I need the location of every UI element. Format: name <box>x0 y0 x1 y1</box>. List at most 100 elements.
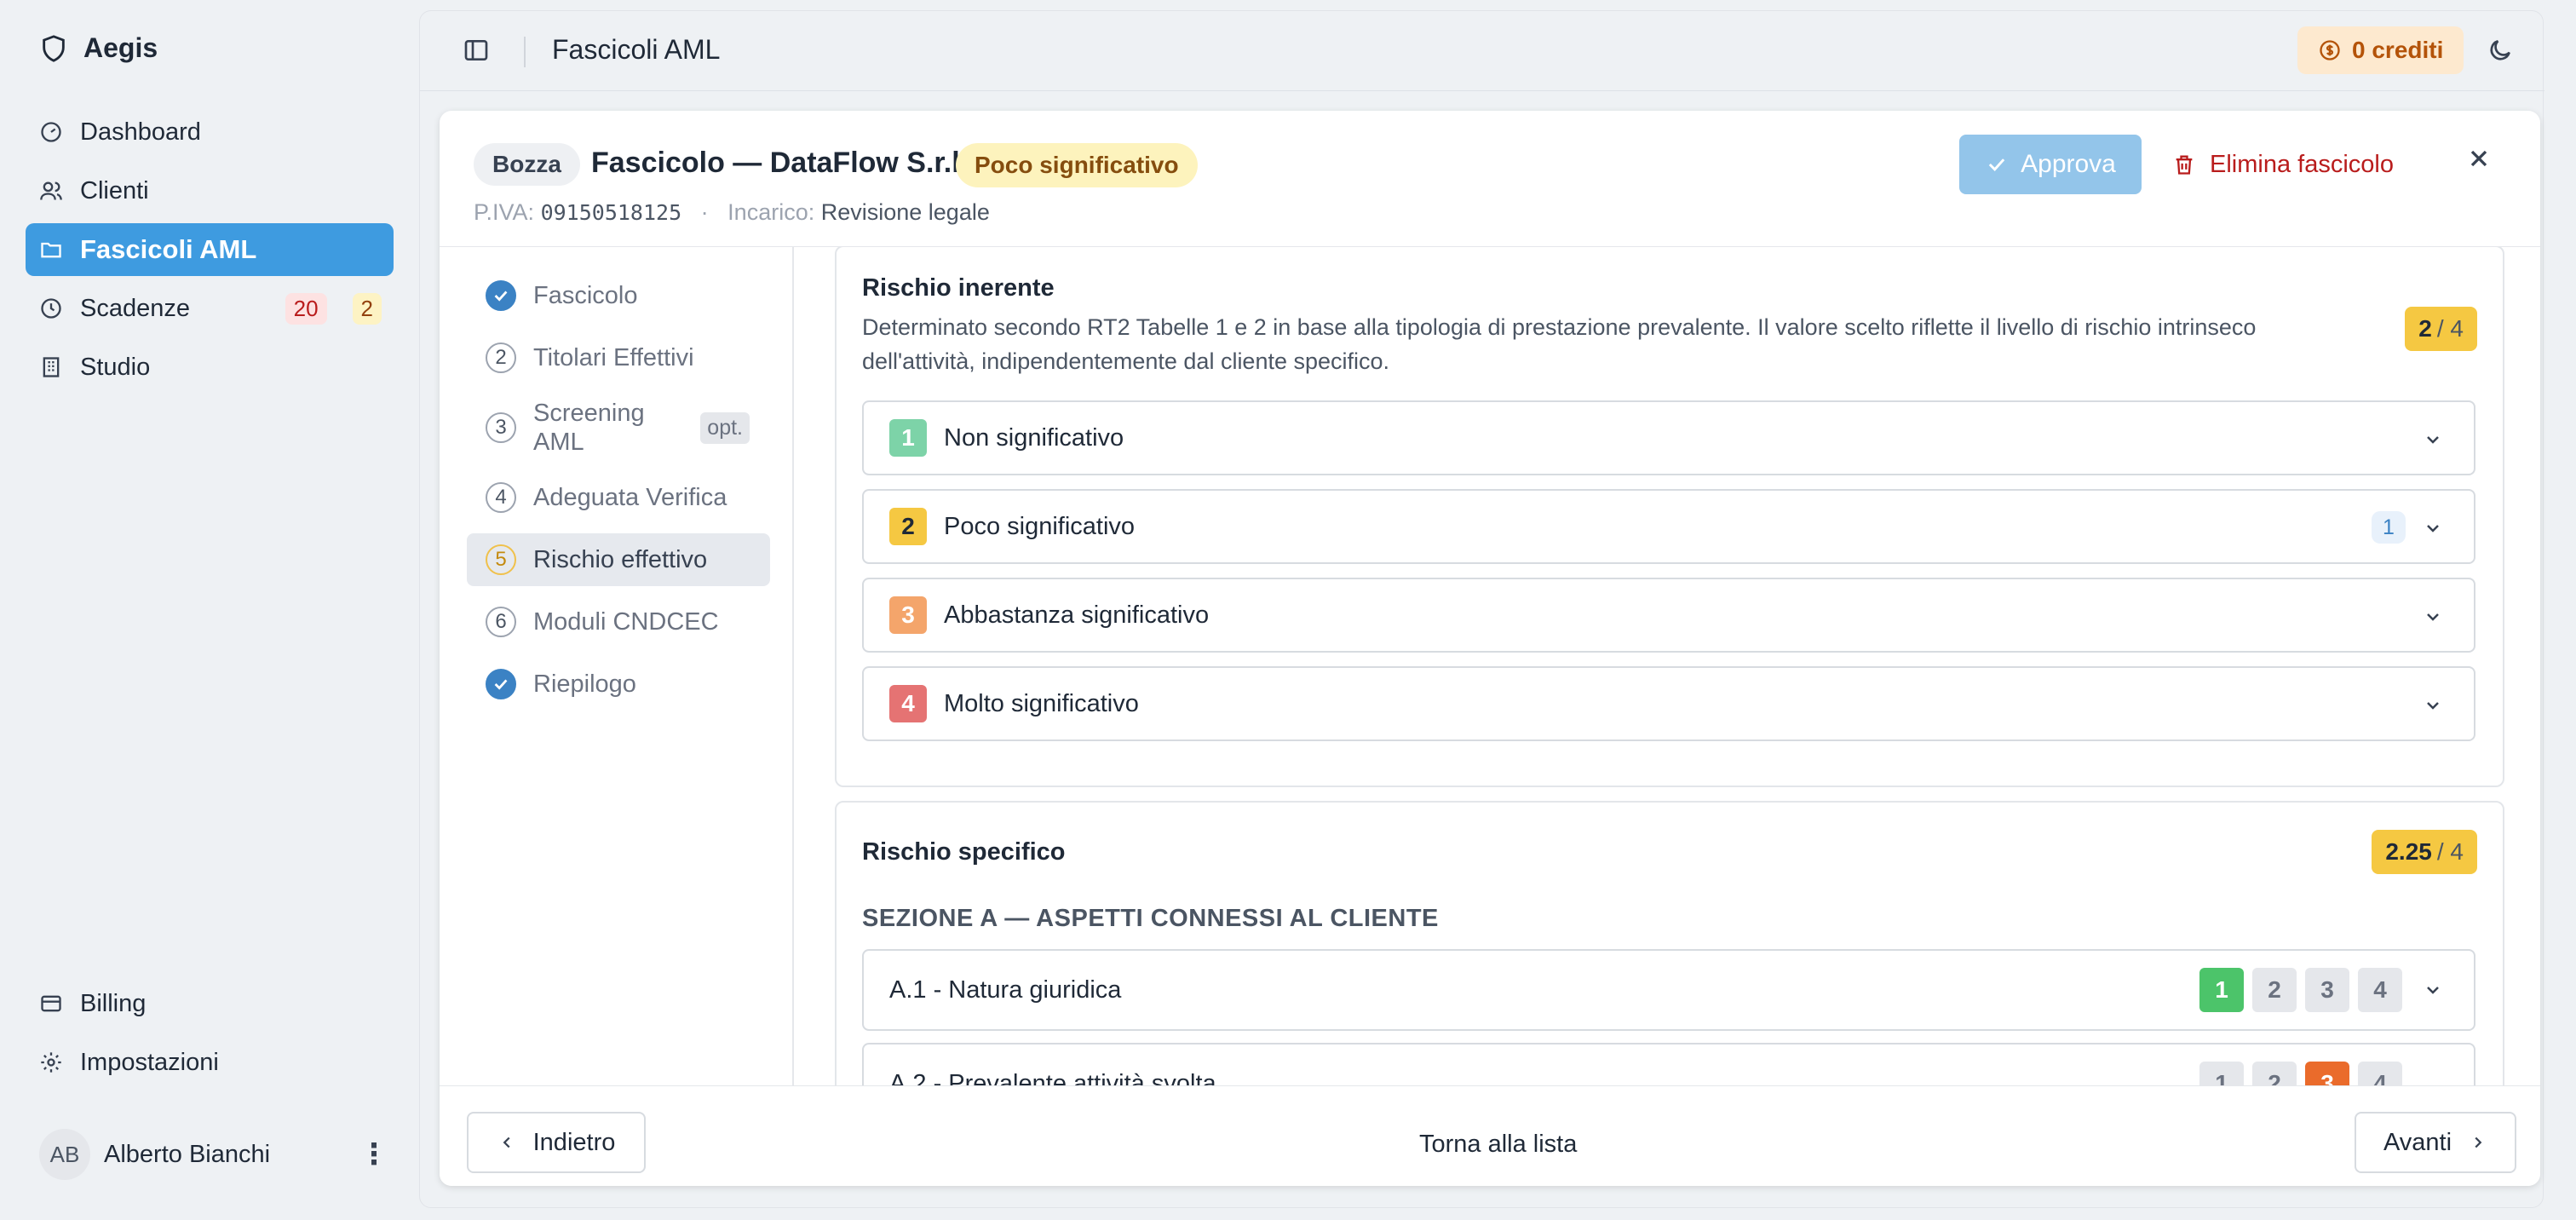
sidebar-item-label: Clienti <box>80 176 149 204</box>
score-badge: 2/ 4 <box>2405 307 2477 351</box>
step-fascicolo[interactable]: Fascicolo <box>467 269 770 322</box>
back-button[interactable]: Indietro <box>467 1112 646 1173</box>
building-icon <box>43 357 60 377</box>
grade-selector: 1 2 3 4 <box>2199 1062 2402 1085</box>
step-titolari-effettivi[interactable]: 2 Titolari Effettivi <box>467 331 770 384</box>
option-label: Molto significativo <box>944 689 1139 717</box>
more-vertical-icon[interactable]: ⋮ <box>359 1137 388 1171</box>
step-label: Titolari Effettivi <box>533 343 694 371</box>
score-value: 2 <box>2418 315 2432 342</box>
card-icon <box>41 995 61 1012</box>
modal-footer: Indietro Torna alla lista Avanti <box>440 1085 2540 1186</box>
risk-option-4[interactable]: 4 Molto significativo <box>862 666 2475 741</box>
user-menu[interactable]: AB Alberto Bianchi ⋮ <box>39 1129 388 1180</box>
step-adeguata-verifica[interactable]: 4 Adeguata Verifica <box>467 471 770 524</box>
sidebar-item-label: Billing <box>80 989 147 1017</box>
step-moduli-cndcec[interactable]: 6 Moduli CNDCEC <box>467 596 770 648</box>
sidebar-item-impostazioni[interactable]: Impostazioni <box>26 1036 394 1089</box>
grade-button-3[interactable]: 3 <box>2305 1062 2349 1085</box>
avatar: AB <box>39 1129 90 1180</box>
option-label: Poco significativo <box>944 512 1136 540</box>
grade-button-4[interactable]: 4 <box>2358 968 2402 1012</box>
brand[interactable]: Aegis <box>39 32 158 64</box>
grade-button-1[interactable]: 1 <box>2199 968 2244 1012</box>
chevron-down-icon <box>2427 702 2439 710</box>
incarico-value: Revisione legale <box>820 199 990 225</box>
card-title: Rischio inerente <box>862 274 1055 302</box>
folder-icon <box>41 242 61 258</box>
criterion-label: A.2 - Prevalente attività svolta <box>889 1070 1216 1085</box>
risk-option-1[interactable]: 1 Non significativo <box>862 400 2475 475</box>
risk-level-badge: Poco significativo <box>956 143 1198 187</box>
score-max: / 4 <box>2436 838 2464 865</box>
risk-option-2[interactable]: 2 Poco significativo 1 <box>862 489 2475 564</box>
level-badge: 3 <box>889 596 927 634</box>
sidebar-item-studio[interactable]: Studio <box>26 341 394 394</box>
grade-button-3[interactable]: 3 <box>2305 968 2349 1012</box>
chevron-down-icon <box>2427 525 2439 532</box>
step-label: Fascicolo <box>533 281 638 309</box>
chevron-down-icon <box>2427 436 2439 444</box>
fascicolo-modal: Bozza Fascicolo — DataFlow S.r.l. Poco s… <box>440 111 2540 1186</box>
step-content[interactable]: Rischio inerente Determinato secondo RT2… <box>794 247 2540 1085</box>
score-value: 2.25 <box>2385 838 2432 865</box>
users-icon <box>40 181 62 200</box>
back-to-list-link[interactable]: Torna alla lista <box>1419 1131 1577 1159</box>
shield-icon <box>43 34 65 62</box>
sidebar-item-billing[interactable]: Billing <box>26 977 394 1030</box>
step-label: Moduli CNDCEC <box>533 607 719 636</box>
option-label: Non significativo <box>944 423 1124 452</box>
moon-icon[interactable] <box>2487 37 2514 64</box>
dashboard-icon <box>41 122 61 142</box>
meta-separator: · <box>700 199 709 225</box>
sidebar-item-label: Studio <box>80 353 151 381</box>
status-badge: Bozza <box>474 143 580 186</box>
risk-option-3[interactable]: 3 Abbastanza significativo <box>862 578 2475 653</box>
chevron-down-icon <box>2427 613 2439 621</box>
grade-button-1[interactable]: 1 <box>2199 1062 2244 1085</box>
chevron-left-icon <box>503 1137 510 1148</box>
sidebar-item-clienti[interactable]: Clienti <box>26 164 394 217</box>
user-name: Alberto Bianchi <box>104 1140 271 1168</box>
coin-icon <box>2320 40 2340 60</box>
sidebar-toggle-icon[interactable] <box>463 37 490 64</box>
next-button[interactable]: Avanti <box>2355 1112 2516 1173</box>
optional-tag: opt. <box>700 411 750 444</box>
sidebar-item-dashboard[interactable]: Dashboard <box>26 106 394 158</box>
grade-button-2[interactable]: 2 <box>2252 968 2297 1012</box>
step-screening-aml[interactable]: 3 Screening AML opt. <box>467 394 770 462</box>
approve-button[interactable]: Approva <box>1959 135 2142 194</box>
chevron-down-icon <box>2427 987 2439 994</box>
criterion-row-a1[interactable]: A.1 - Natura giuridica 1 2 3 4 <box>862 949 2475 1031</box>
grade-selector: 1 2 3 4 <box>2199 968 2402 1012</box>
sidebar-item-fascicoli-aml[interactable]: Fascicoli AML <box>26 223 394 276</box>
step-done-icon <box>486 669 516 699</box>
topbar-divider <box>524 37 526 67</box>
step-rischio-effettivo[interactable]: 5 Rischio effettivo <box>467 533 770 586</box>
back-label: Indietro <box>532 1128 616 1156</box>
sidebar-item-label: Dashboard <box>80 118 201 146</box>
sidebar-item-scadenze[interactable]: Scadenze 20 2 <box>26 282 394 335</box>
wizard-steps: Fascicolo 2 Titolari Effettivi 3 Screeni… <box>467 269 770 720</box>
step-number: 4 <box>486 482 516 513</box>
sidebar-item-label: Fascicoli AML <box>80 234 257 264</box>
step-riepilogo[interactable]: Riepilogo <box>467 658 770 711</box>
grade-button-2[interactable]: 2 <box>2252 1062 2297 1085</box>
step-number: 2 <box>486 342 516 373</box>
overdue-count-badge: 20 <box>285 292 327 325</box>
grade-button-4[interactable]: 4 <box>2358 1062 2402 1085</box>
delete-label: Elimina fascicolo <box>2210 150 2394 178</box>
approve-label: Approva <box>2021 150 2116 178</box>
delete-fascicolo-button[interactable]: Elimina fascicolo <box>2172 135 2394 194</box>
chevron-right-icon <box>2475 1137 2482 1148</box>
criterion-row-a2[interactable]: A.2 - Prevalente attività svolta 1 2 3 4 <box>862 1043 2475 1085</box>
brand-name: Aegis <box>83 32 158 63</box>
upcoming-count-badge: 2 <box>352 292 382 325</box>
credits-badge[interactable]: 0 crediti <box>2297 26 2464 74</box>
step-label: Rischio effettivo <box>533 545 708 573</box>
close-icon[interactable] <box>2465 145 2493 172</box>
option-label: Abbastanza significativo <box>944 601 1210 629</box>
sidebar: Aegis Dashboard Clienti Fascicoli AML Sc… <box>0 0 417 1220</box>
modal-header: Bozza Fascicolo — DataFlow S.r.l. Poco s… <box>440 111 2540 247</box>
page-title: Fascicoli AML <box>552 34 721 65</box>
